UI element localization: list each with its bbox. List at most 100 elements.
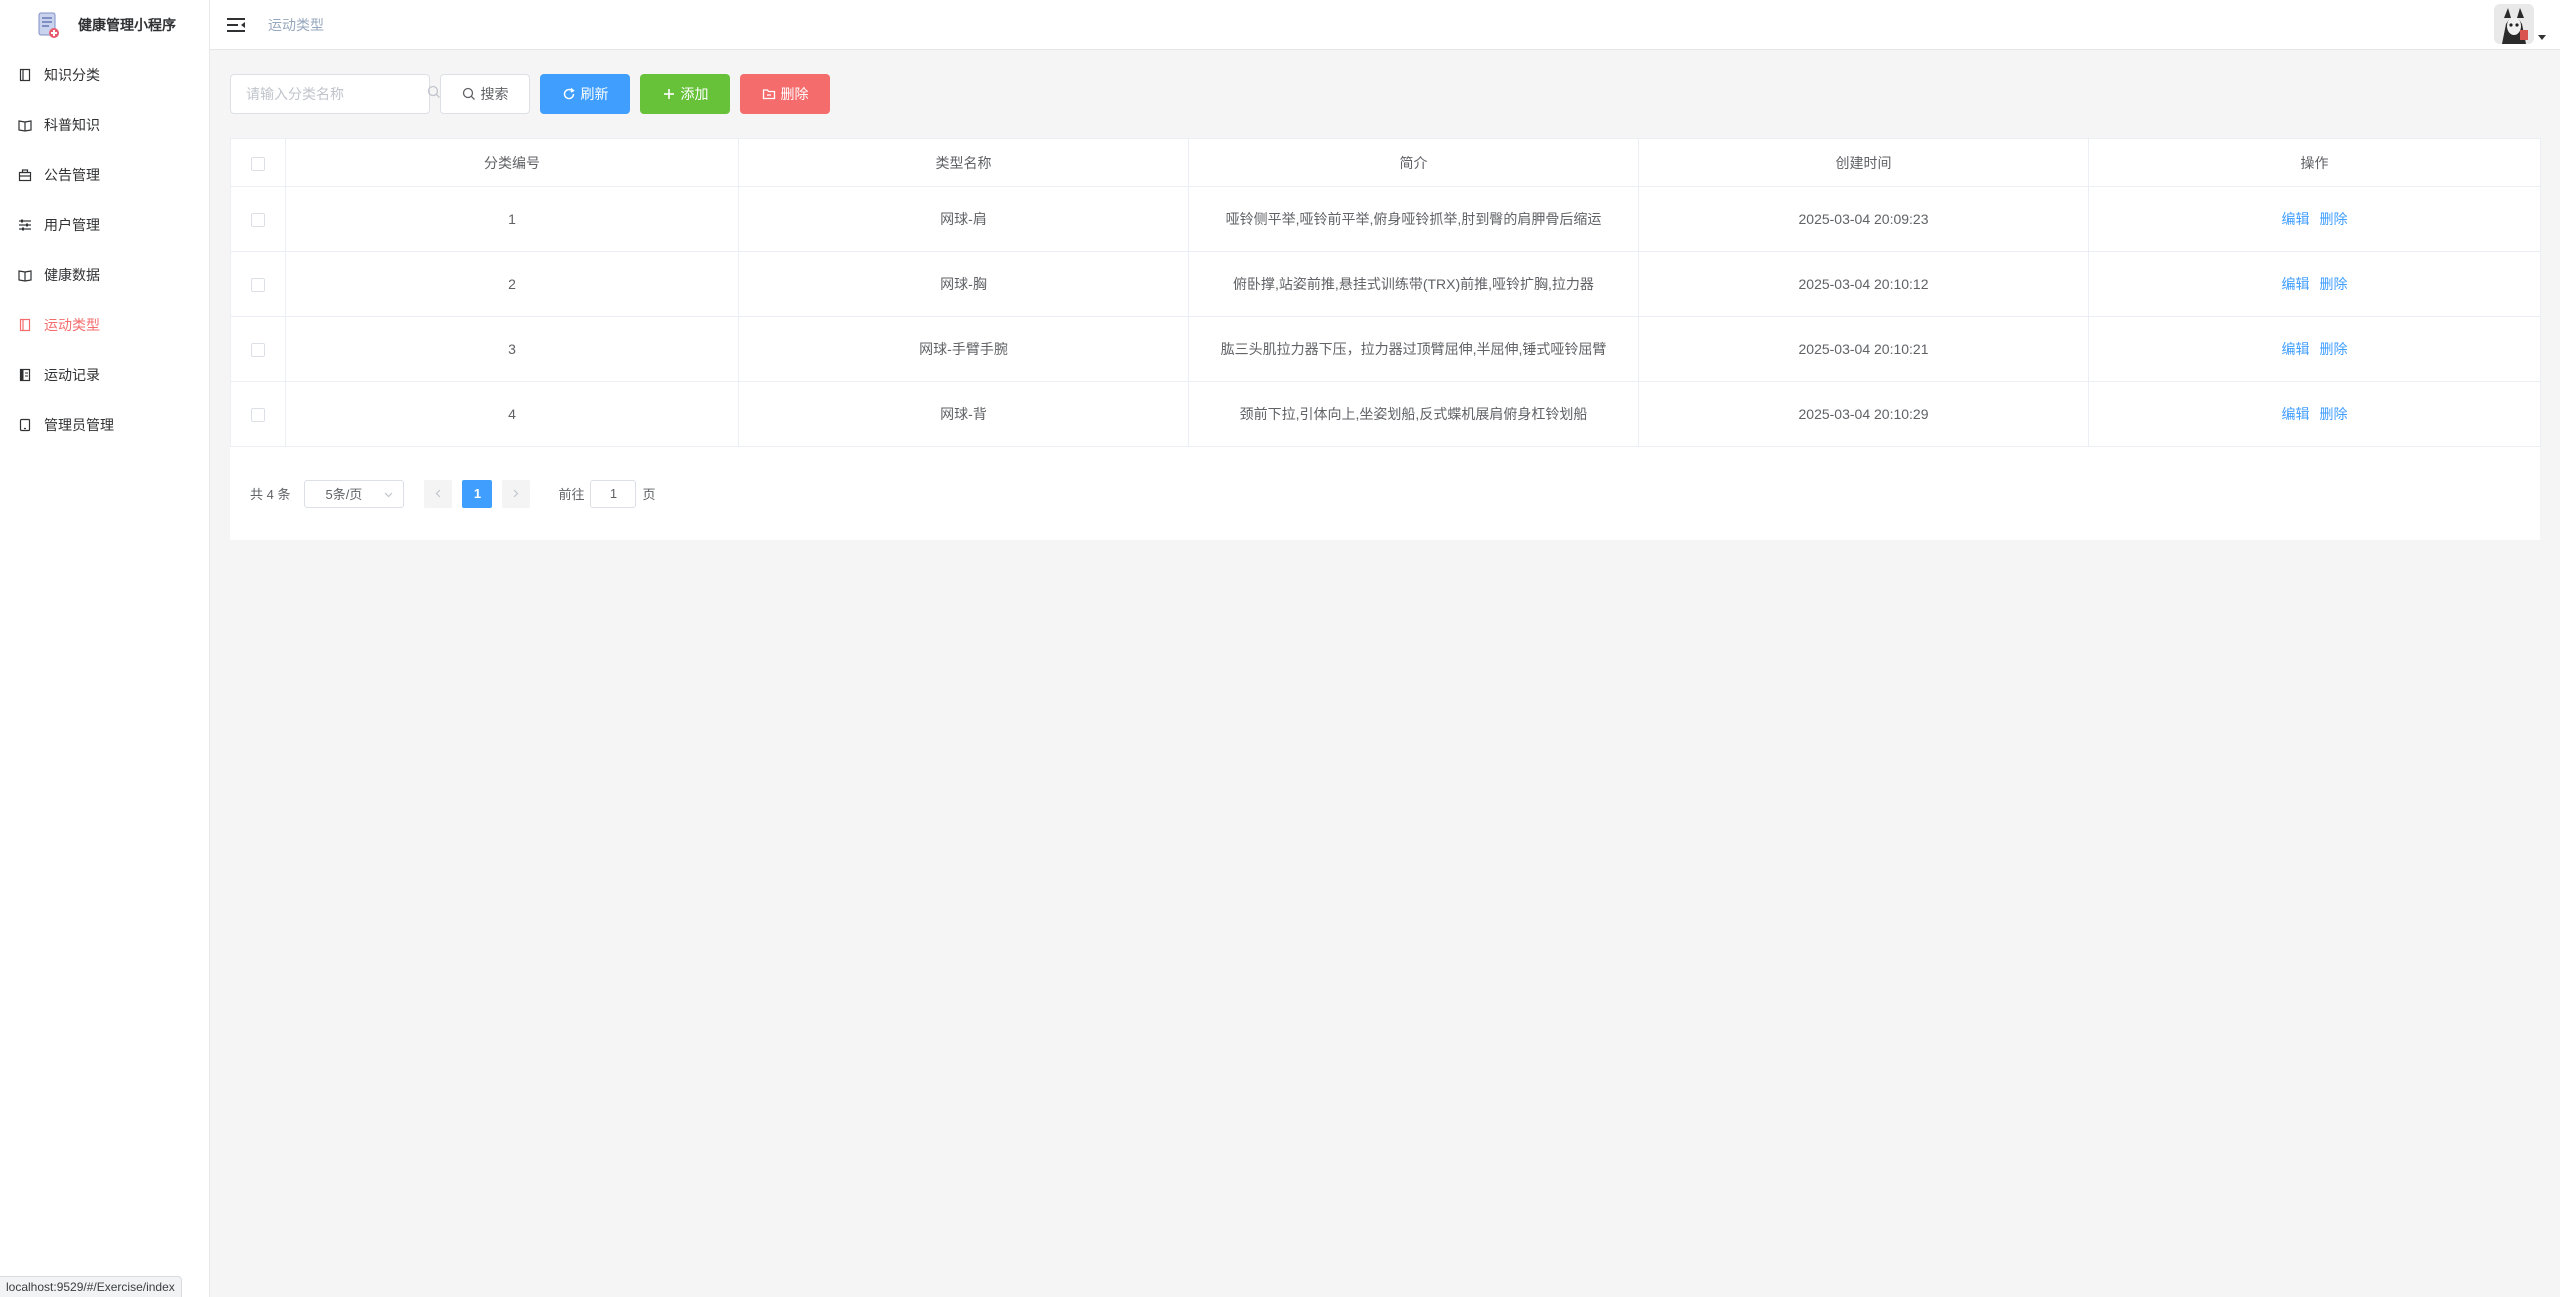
search-icon [427,85,441,104]
breadcrumb: 运动类型 [268,16,324,33]
select-all-cell [230,138,286,187]
cell-actions: 编辑 删除 [2088,186,2541,252]
edit-link[interactable]: 编辑 [2282,276,2310,292]
column-header-id: 分类编号 [285,138,739,187]
exercise-type-table: 分类编号 类型名称 简介 创建时间 操作 1 网球-肩 哑铃侧平举,哑铃前平举,… [230,138,2541,447]
book-icon [18,68,32,82]
cell-desc: 颈前下拉,引体向上,坐姿划船,反式蝶机展肩俯身杠铃划船 [1188,381,1639,447]
cell-created: 2025-03-04 20:10:29 [1638,381,2089,447]
top-navbar: 运动类型 [210,0,2560,50]
app-logo-icon [36,10,62,40]
cell-id: 4 [285,381,739,447]
row-checkbox[interactable] [251,213,265,228]
edit-link[interactable]: 编辑 [2282,341,2310,357]
sidebar-item-exercise-records[interactable]: 运动记录 [0,350,209,400]
pagination: 共 4 条 5条/页 1 前往 页 [230,447,2540,540]
next-page-button[interactable] [502,479,531,508]
sidebar-item-knowledge-category[interactable]: 知识分类 [0,50,209,100]
folder-delete-icon [762,89,775,100]
cell-name: 网球-背 [738,381,1189,447]
pagination-total: 共 4 条 [250,487,291,502]
sidebar-item-health-data[interactable]: 健康数据 [0,250,209,300]
sidebar-item-users[interactable]: 用户管理 [0,200,209,250]
cell-actions: 编辑 删除 [2088,316,2541,382]
edit-link[interactable]: 编辑 [2282,211,2310,227]
avatar [2494,4,2534,44]
cell-created: 2025-03-04 20:10:12 [1638,251,2089,317]
open-book-icon [18,268,32,282]
sidebar-item-admins[interactable]: 管理员管理 [0,400,209,450]
cell-desc: 肱三头肌拉力器下压，拉力器过顶臂屈伸,半屈伸,锤式哑铃屈臂 [1188,316,1639,382]
column-header-actions: 操作 [2088,138,2541,187]
main-content: 搜索 刷新 添加 删除 [230,74,2541,540]
user-avatar-dropdown[interactable] [2494,4,2546,44]
cell-name: 网球-肩 [738,186,1189,252]
table-row: 4 网球-背 颈前下拉,引体向上,坐姿划船,反式蝶机展肩俯身杠铃划船 2025-… [230,381,2541,447]
sidebar-item-label: 科普知识 [44,117,100,133]
select-all-checkbox[interactable] [251,156,265,171]
open-book-icon [18,118,32,132]
chevron-down-icon [2538,35,2546,40]
plus-icon [663,89,674,99]
delete-link[interactable]: 删除 [2320,406,2348,422]
delete-link[interactable]: 删除 [2320,211,2348,227]
delete-button-label: 删除 [780,86,809,102]
search-input[interactable] [246,86,427,102]
sidebar-item-label: 管理员管理 [44,417,114,433]
add-button[interactable]: 添加 [640,74,730,114]
search-icon [462,87,475,100]
refresh-button-label: 刷新 [580,86,609,102]
page-size-value: 5条/页 [325,487,363,502]
goto-prefix: 前往 [558,487,585,502]
chevron-right-icon [514,489,519,498]
briefcase-icon [18,168,32,182]
edit-link[interactable]: 编辑 [2282,406,2310,422]
sidebar-item-announcements[interactable]: 公告管理 [0,150,209,200]
delete-link[interactable]: 删除 [2320,276,2348,292]
sidebar: 健康管理小程序 知识分类 科普知识 公告管理 用户管理 健康数据 运动类型 运动… [0,0,210,1297]
cell-desc: 俯卧撑,站姿前推,悬挂式训练带(TRX)前推,哑铃扩胸,拉力器 [1188,251,1639,317]
page-number-current[interactable]: 1 [462,479,493,508]
page-size-select[interactable]: 5条/页 [304,479,405,508]
search-button[interactable]: 搜索 [440,74,530,114]
goto-suffix: 页 [642,487,656,502]
sidebar-item-exercise-types[interactable]: 运动类型 [0,300,209,350]
app-logo-row: 健康管理小程序 [0,0,209,50]
hamburger-icon[interactable] [226,15,246,35]
sidebar-item-science-knowledge[interactable]: 科普知识 [0,100,209,150]
column-header-desc: 简介 [1188,138,1639,187]
cell-name: 网球-手臂手腕 [738,316,1189,382]
goto-page-input[interactable] [590,479,637,508]
sidebar-item-label: 用户管理 [44,217,100,233]
sidebar-menu: 知识分类 科普知识 公告管理 用户管理 健康数据 运动类型 运动记录 管理员管理 [0,50,209,450]
sliders-icon [18,218,32,232]
prev-page-button[interactable] [424,479,453,508]
search-field[interactable] [230,74,440,114]
row-checkbox[interactable] [251,278,265,293]
row-checkbox[interactable] [251,408,265,423]
cell-name: 网球-胸 [738,251,1189,317]
book-icon [18,318,32,332]
chevron-down-icon [384,486,393,501]
cell-actions: 编辑 删除 [2088,251,2541,317]
table-row: 2 网球-胸 俯卧撑,站姿前推,悬挂式训练带(TRX)前推,哑铃扩胸,拉力器 2… [230,251,2541,317]
table-row: 3 网球-手臂手腕 肱三头肌拉力器下压，拉力器过顶臂屈伸,半屈伸,锤式哑铃屈臂 … [230,316,2541,382]
batch-delete-button[interactable]: 删除 [740,74,830,114]
column-header-name: 类型名称 [738,138,1189,187]
chevron-left-icon [436,489,441,498]
row-checkbox[interactable] [251,343,265,358]
page-jumper: 前往 页 [558,479,656,508]
data-table-card: 分类编号 类型名称 简介 创建时间 操作 1 网球-肩 哑铃侧平举,哑铃前平举,… [230,138,2541,540]
delete-link[interactable]: 删除 [2320,341,2348,357]
cell-created: 2025-03-04 20:10:21 [1638,316,2089,382]
toolbar: 搜索 刷新 添加 删除 [230,74,2540,114]
column-header-created: 创建时间 [1638,138,2089,187]
cell-id: 2 [285,251,739,317]
sidebar-item-label: 知识分类 [44,67,100,83]
search-button-label: 搜索 [480,86,509,102]
cell-actions: 编辑 删除 [2088,381,2541,447]
refresh-button[interactable]: 刷新 [540,74,630,114]
sidebar-item-label: 运动记录 [44,367,100,383]
add-button-label: 添加 [680,86,709,102]
browser-status-url: localhost:9529/#/Exercise/index [0,1276,182,1297]
